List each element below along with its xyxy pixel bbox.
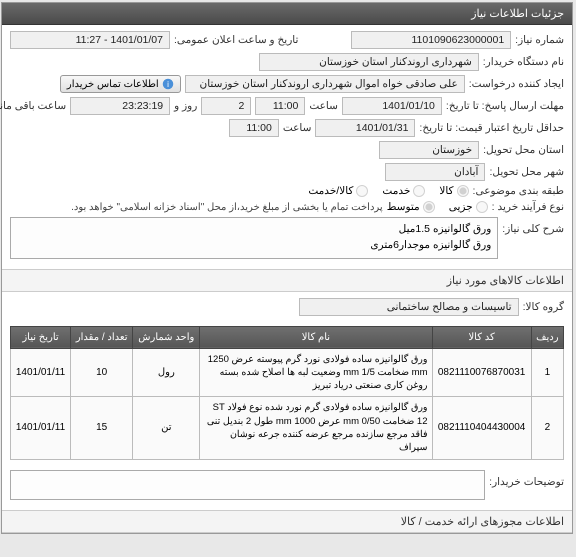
panel-title: جزئیات اطلاعات نیاز [472, 8, 565, 20]
remain-field: 23:23:19 [71, 97, 171, 115]
announce-field: 1401/01/07 - 11:27 [11, 31, 171, 49]
deadline-time-field: 11:00 [256, 97, 306, 115]
table-row: 2 0821110404430004 ورق گالوانیزه ساده فو… [12, 397, 565, 459]
contact-buyer-button[interactable]: i اطلاعات تماس خریدار [61, 75, 182, 93]
cell-name: ورق گالوانیزه ساده فولادی گرم نورد شده ن… [201, 397, 433, 459]
cell-code: 0821110076870031 [433, 348, 532, 397]
process-low-radio[interactable]: جزیی [450, 201, 489, 213]
time-label-2: ساعت [284, 122, 313, 134]
creator-label: ایجاد کننده درخواست: [470, 78, 565, 90]
cell-idx: 2 [532, 397, 564, 459]
main-panel: جزئیات اطلاعات نیاز شماره نیاز: 11010906… [2, 2, 574, 534]
cell-unit: تن [134, 397, 201, 459]
goods-group-field: تاسیسات و مصالح ساختمانی [300, 298, 520, 316]
deadline-date-field: 1401/01/10 [343, 97, 443, 115]
buyer-notes-box [11, 470, 486, 500]
summary-line-1: ورق گالوانیزه 1.5میل [18, 222, 492, 238]
buyer-field: شهرداری اروندکنار استان خوزستان [260, 53, 480, 71]
goods-group-label: گروه کالا: [524, 301, 565, 313]
announce-label: تاریخ و ساعت اعلان عمومی: [175, 34, 299, 46]
class-label: طبقه بندی موضوعی: [474, 185, 565, 197]
remain-label: ساعت باقی مانده [0, 100, 67, 112]
cell-idx: 1 [532, 348, 564, 397]
cell-code: 0821110404430004 [433, 397, 532, 459]
table-row: 1 0821110076870031 ورق گالوانیزه ساده فو… [12, 348, 565, 397]
class-goods-radio[interactable]: کالا [440, 185, 469, 197]
req-no-field: 1101090623000001 [352, 31, 512, 49]
validity-label: حداقل تاریخ اعتبار قیمت: تا تاریخ: [420, 122, 565, 134]
col-unit: واحد شمارش [134, 326, 201, 348]
cell-date: 1401/01/11 [12, 348, 72, 397]
time-label-1: ساعت [310, 100, 339, 112]
goods-table: ردیف کد کالا نام کالا واحد شمارش تعداد /… [11, 326, 565, 460]
col-qty: تعداد / مقدار [71, 326, 133, 348]
col-idx: ردیف [532, 326, 564, 348]
process-mid-radio[interactable]: متوسط [388, 201, 436, 213]
col-date: تاریخ نیاز [12, 326, 72, 348]
city-field: آبادان [386, 163, 486, 181]
col-name: نام کالا [201, 326, 433, 348]
province-field: خوزستان [380, 141, 480, 159]
col-code: کد کالا [433, 326, 532, 348]
cell-qty: 15 [71, 397, 133, 459]
contact-btn-label: اطلاعات تماس خریدار [68, 79, 160, 90]
req-no-label: شماره نیاز: [516, 34, 565, 46]
process-note: پرداخت تمام یا بخشی از مبلغ خرید،از محل … [72, 202, 384, 213]
process-label: نوع فرآیند خرید : [493, 201, 565, 213]
cell-date: 1401/01/11 [12, 397, 72, 459]
footer-section-title: اطلاعات مجوزهای ارائه خدمت / کالا [3, 510, 573, 533]
form-area: شماره نیاز: 1101090623000001 تاریخ و ساع… [3, 25, 573, 269]
creator-field: علی صادقی خواه اموال شهرداری اروندکنار ا… [186, 75, 466, 93]
city-label: شهر محل تحویل: [490, 166, 565, 178]
buyer-notes-label: توضیحات خریدار: [490, 470, 565, 488]
class-both-radio[interactable]: کالا/خدمت [309, 185, 369, 197]
cell-unit: رول [134, 348, 201, 397]
class-radio-group: کالا خدمت کالا/خدمت [309, 185, 469, 197]
validity-time-field: 11:00 [230, 119, 280, 137]
cell-name: ورق گالوانیزه ساده فولادی نورد گرم پیوست… [201, 348, 433, 397]
validity-date-field: 1401/01/31 [316, 119, 416, 137]
goods-section-title: اطلاعات کالاهای مورد نیاز [3, 269, 573, 292]
province-label: استان محل تحویل: [484, 144, 565, 156]
days-label: روز و [175, 100, 198, 112]
process-radio-group: جزیی متوسط [388, 201, 489, 213]
summary-label: شرح کلی نیاز: [503, 217, 565, 235]
panel-header: جزئیات اطلاعات نیاز [3, 3, 573, 25]
days-field: 2 [202, 97, 252, 115]
table-header-row: ردیف کد کالا نام کالا واحد شمارش تعداد /… [12, 326, 565, 348]
buyer-label: نام دستگاه خریدار: [484, 56, 565, 68]
summary-box: ورق گالوانیزه 1.5میل ورق گالوانیزه موجدا… [11, 217, 499, 259]
deadline-label: مهلت ارسال پاسخ: تا تاریخ: [447, 100, 565, 112]
summary-line-2: ورق گالوانیزه موجدار6متری [18, 238, 492, 254]
cell-qty: 10 [71, 348, 133, 397]
svg-text:i: i [168, 80, 170, 89]
info-icon: i [163, 78, 175, 90]
class-service-radio[interactable]: خدمت [383, 185, 426, 197]
